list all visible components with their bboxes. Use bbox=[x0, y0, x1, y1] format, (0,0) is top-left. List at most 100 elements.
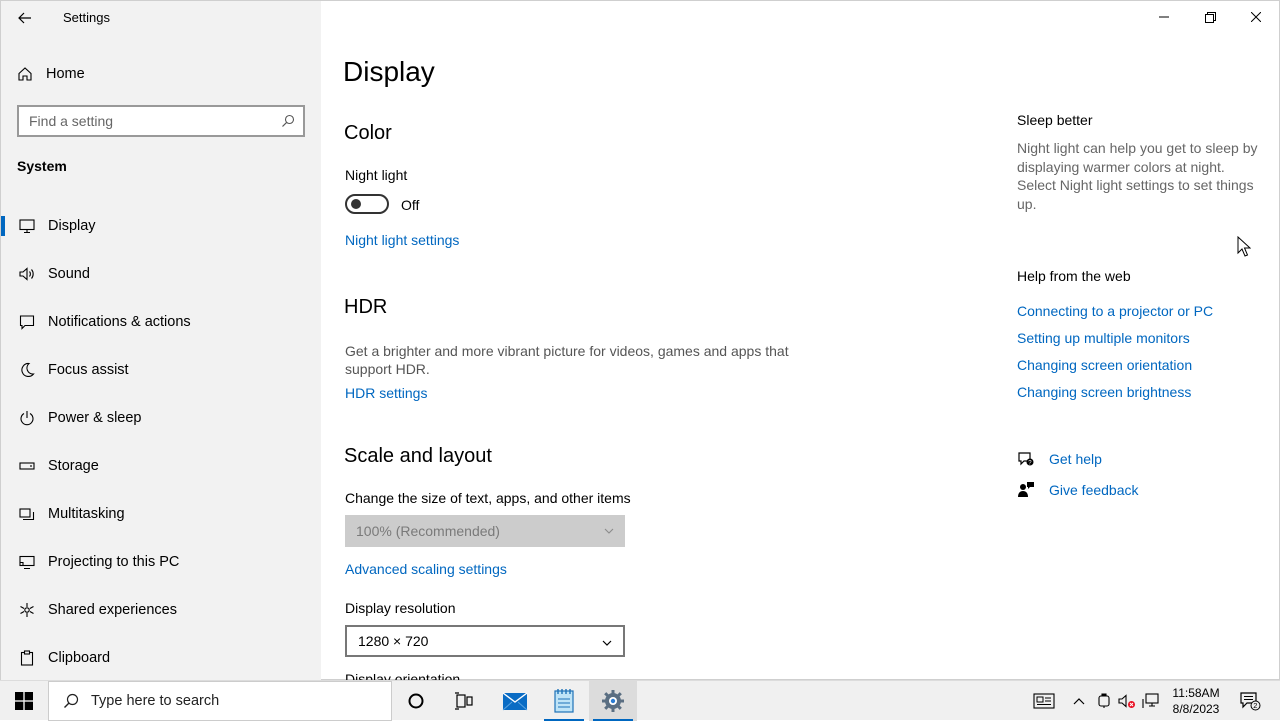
color-heading: Color bbox=[344, 122, 392, 144]
sidebar-item-focus-assist[interactable]: Focus assist bbox=[1, 346, 321, 394]
network-button[interactable] bbox=[1140, 681, 1162, 721]
hdr-settings-link[interactable]: HDR settings bbox=[345, 385, 427, 401]
notification-count: 2 bbox=[1253, 701, 1257, 710]
task-view-icon bbox=[455, 692, 473, 710]
multitasking-icon bbox=[19, 506, 35, 522]
night-light-state: Off bbox=[401, 197, 420, 213]
volume-button[interactable] bbox=[1116, 681, 1138, 721]
give-feedback-label: Give feedback bbox=[1049, 482, 1139, 498]
page-title: Display bbox=[343, 56, 435, 87]
action-center-icon: 2 bbox=[1240, 692, 1261, 711]
hdr-description: Get a brighter and more vibrant picture … bbox=[345, 343, 789, 377]
sidebar-nav-list: Display Sound Notifications & actions Fo… bbox=[1, 202, 321, 682]
help-link-brightness[interactable]: Changing screen brightness bbox=[1017, 384, 1191, 400]
window-controls bbox=[1141, 1, 1279, 33]
power-icon bbox=[19, 410, 35, 426]
mail-app-button[interactable] bbox=[491, 681, 539, 721]
back-arrow-icon bbox=[18, 12, 31, 24]
give-feedback-icon bbox=[1018, 482, 1034, 497]
sidebar: Settings Home System Display bbox=[1, 1, 321, 681]
hdr-heading: HDR bbox=[344, 296, 388, 318]
device-tray-button[interactable] bbox=[1094, 681, 1114, 721]
shared-experiences-icon bbox=[19, 602, 35, 618]
clipboard-icon bbox=[19, 650, 35, 666]
network-icon bbox=[1142, 693, 1159, 708]
resolution-dropdown-value: 1280 × 720 bbox=[358, 633, 429, 649]
sidebar-item-label: Display bbox=[48, 218, 96, 234]
get-help-action[interactable]: ? Get help bbox=[1017, 449, 1102, 469]
notepad-icon bbox=[554, 689, 574, 713]
size-label: Change the size of text, apps, and other… bbox=[345, 490, 631, 506]
sidebar-item-label: Notifications & actions bbox=[48, 314, 191, 330]
show-hidden-icons-button[interactable] bbox=[1068, 681, 1090, 721]
help-link-orientation[interactable]: Changing screen orientation bbox=[1017, 357, 1192, 373]
taskbar-clock[interactable]: 11:58AM 8/8/2023 bbox=[1166, 685, 1226, 717]
night-light-toggle[interactable] bbox=[345, 194, 389, 214]
sidebar-item-display[interactable]: Display bbox=[1, 202, 321, 250]
night-light-settings-link[interactable]: Night light settings bbox=[345, 232, 459, 248]
help-link-projector[interactable]: Connecting to a projector or PC bbox=[1017, 303, 1213, 319]
news-icon bbox=[1033, 693, 1055, 709]
help-link-multiple-monitors[interactable]: Setting up multiple monitors bbox=[1017, 330, 1190, 346]
clock-date: 8/8/2023 bbox=[1172, 702, 1220, 716]
system-section-label: System bbox=[17, 158, 67, 174]
titlebar: Settings bbox=[1, 1, 321, 35]
find-setting-search[interactable] bbox=[17, 105, 305, 137]
sidebar-item-power-sleep[interactable]: Power & sleep bbox=[1, 394, 321, 442]
scale-dropdown[interactable]: 100% (Recommended) bbox=[345, 515, 625, 547]
settings-app-button[interactable] bbox=[589, 681, 637, 721]
main-content: Display Color Night light Off Night ligh… bbox=[321, 1, 1280, 681]
scale-layout-heading: Scale and layout bbox=[344, 445, 492, 467]
start-button[interactable] bbox=[0, 681, 48, 721]
minimize-button[interactable] bbox=[1141, 1, 1187, 33]
action-center-button[interactable]: 2 bbox=[1234, 681, 1266, 721]
notepad-app-button[interactable] bbox=[540, 681, 588, 721]
night-light-label: Night light bbox=[345, 167, 408, 183]
close-button[interactable] bbox=[1233, 1, 1279, 33]
sidebar-item-shared-experiences[interactable]: Shared experiences bbox=[1, 586, 321, 634]
sidebar-item-label: Power & sleep bbox=[48, 410, 142, 426]
resolution-dropdown[interactable]: 1280 × 720 bbox=[345, 625, 625, 657]
sidebar-item-label: Focus assist bbox=[48, 362, 129, 378]
advanced-scaling-link[interactable]: Advanced scaling settings bbox=[345, 561, 507, 577]
cortana-button[interactable] bbox=[392, 681, 440, 721]
taskbar-search-placeholder: Type here to search bbox=[91, 693, 220, 709]
chevron-up-icon bbox=[1073, 698, 1085, 705]
taskbar-search-box[interactable]: Type here to search bbox=[48, 681, 392, 721]
news-widget-button[interactable] bbox=[1028, 681, 1060, 721]
home-nav-item[interactable]: Home bbox=[17, 61, 85, 87]
home-icon bbox=[18, 67, 32, 81]
restore-button[interactable] bbox=[1187, 1, 1233, 33]
taskbar: Type here to search 11:58AM 8/8/2023 2 bbox=[0, 680, 1280, 721]
search-icon[interactable] bbox=[281, 114, 295, 128]
sidebar-item-label: Sound bbox=[48, 266, 90, 282]
sidebar-item-storage[interactable]: Storage bbox=[1, 442, 321, 490]
sidebar-item-clipboard[interactable]: Clipboard bbox=[1, 634, 321, 682]
sidebar-item-projecting[interactable]: Projecting to this PC bbox=[1, 538, 321, 586]
find-setting-input[interactable] bbox=[29, 113, 269, 129]
give-feedback-action[interactable]: Give feedback bbox=[1017, 480, 1139, 500]
toggle-knob bbox=[351, 199, 361, 209]
monitor-icon bbox=[19, 218, 35, 234]
sleep-better-heading: Sleep better bbox=[1017, 112, 1093, 128]
home-label: Home bbox=[46, 66, 85, 82]
minimize-icon bbox=[1159, 16, 1169, 18]
sidebar-item-label: Clipboard bbox=[48, 650, 111, 666]
storage-icon bbox=[19, 458, 35, 474]
resolution-label: Display resolution bbox=[345, 600, 456, 616]
sidebar-item-label: Storage bbox=[48, 458, 99, 474]
sidebar-item-notifications[interactable]: Notifications & actions bbox=[1, 298, 321, 346]
cortana-circle-icon bbox=[408, 693, 424, 709]
sidebar-item-sound[interactable]: Sound bbox=[1, 250, 321, 298]
sidebar-item-label: Multitasking bbox=[48, 506, 125, 522]
sidebar-item-label: Projecting to this PC bbox=[48, 554, 180, 570]
sleep-better-description: Night light can help you get to sleep by… bbox=[1017, 140, 1258, 212]
moon-icon bbox=[19, 362, 35, 378]
restore-icon bbox=[1204, 11, 1216, 23]
usb-device-icon bbox=[1098, 693, 1110, 708]
app-title: Settings bbox=[63, 10, 110, 25]
projecting-icon bbox=[19, 554, 35, 570]
sidebar-item-multitasking[interactable]: Multitasking bbox=[1, 490, 321, 538]
task-view-button[interactable] bbox=[440, 681, 488, 721]
back-button[interactable] bbox=[11, 5, 39, 31]
